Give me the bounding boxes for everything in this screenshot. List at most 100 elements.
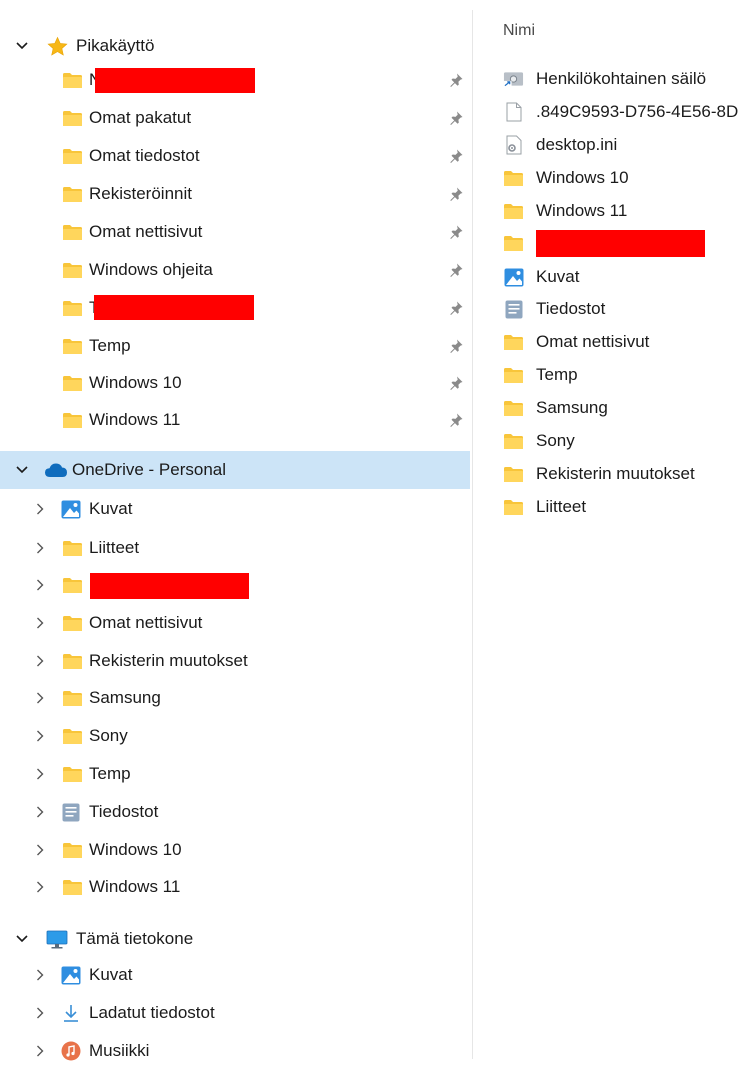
folder-icon [503, 432, 524, 450]
quick-access-item[interactable]: Omat pakatut [0, 99, 470, 137]
pin-icon[interactable] [448, 110, 464, 126]
pin-icon[interactable] [448, 148, 464, 164]
chevron-right-icon[interactable] [33, 968, 47, 982]
onedrive-item-label: Liitteet [89, 538, 140, 557]
nav-section-label: Tämä tietokone [76, 929, 194, 948]
folder-icon [62, 878, 83, 896]
onedrive-item[interactable]: Samsung [0, 679, 470, 717]
pictures-icon [60, 500, 81, 518]
quick-access-item[interactable]: Rekisteröinnit [0, 175, 470, 213]
nav-section-onedrive[interactable]: OneDrive - Personal [0, 451, 470, 489]
onedrive-item[interactable]: Omat nettisivut [0, 604, 470, 642]
quick-access-item-label: Windows 10 [89, 373, 182, 392]
chevron-right-icon[interactable] [33, 616, 47, 630]
chevron-down-icon[interactable] [15, 39, 29, 53]
nav-section-this-pc[interactable]: Tämä tietokone [0, 920, 470, 958]
chevron-right-icon[interactable] [33, 541, 47, 555]
folder-icon [503, 169, 524, 187]
quick-access-item[interactable]: Windows 11 [0, 401, 470, 439]
chevron-down-icon[interactable] [15, 463, 29, 477]
quick-access-item[interactable]: T [0, 289, 470, 327]
quick-access-item[interactable]: Windows 10 [0, 364, 470, 402]
onedrive-item[interactable] [0, 566, 470, 604]
folder-icon [62, 576, 83, 594]
chevron-right-icon[interactable] [33, 729, 47, 743]
chevron-right-icon[interactable] [33, 805, 47, 819]
file-icon [503, 102, 524, 122]
pin-icon[interactable] [448, 412, 464, 428]
quick-access-item-label: Windows ohjeita [89, 260, 213, 279]
pin-icon[interactable] [448, 224, 464, 240]
folder-icon [62, 411, 83, 429]
redaction-box [94, 295, 254, 320]
onedrive-item[interactable]: Liitteet [0, 529, 470, 567]
quick-access-item-label: Omat tiedostot [89, 146, 200, 165]
nav-section-label: Pikakäyttö [76, 36, 155, 55]
folder-icon [503, 333, 524, 351]
file-name: Henkilökohtainen säilö [536, 69, 707, 88]
chevron-right-icon[interactable] [33, 843, 47, 857]
pin-icon[interactable] [448, 72, 464, 88]
folder-icon [503, 465, 524, 483]
chevron-right-icon[interactable] [33, 691, 47, 705]
content-pane: Nimi Henkilökohtainen säilö .849C9593-D7… [473, 0, 755, 1059]
quick-access-item[interactable]: Windows ohjeita [0, 251, 470, 289]
quick-access-item[interactable]: Omat nettisivut [0, 213, 470, 251]
chevron-right-icon[interactable] [33, 654, 47, 668]
pin-icon[interactable] [448, 375, 464, 391]
onedrive-item[interactable]: Temp [0, 755, 470, 793]
onedrive-item[interactable]: Tiedostot [0, 793, 470, 831]
folder-icon [62, 374, 83, 392]
chevron-down-icon[interactable] [15, 932, 29, 946]
folder-icon [62, 261, 83, 279]
chevron-right-icon[interactable] [33, 502, 47, 516]
folder-icon [503, 366, 524, 384]
this-pc-item[interactable]: Kuvat [0, 956, 470, 994]
onedrive-item[interactable]: Kuvat [0, 490, 470, 528]
folder-icon [62, 337, 83, 355]
onedrive-item[interactable]: Windows 11 [0, 868, 470, 906]
pin-icon[interactable] [448, 186, 464, 202]
onedrive-item-label: Windows 11 [89, 877, 181, 896]
file-name: desktop.ini [536, 135, 618, 154]
pictures-icon [503, 268, 524, 286]
pin-icon[interactable] [448, 300, 464, 316]
file-name: Rekisterin muutokset [536, 464, 695, 483]
pin-icon[interactable] [448, 338, 464, 354]
folder-icon [62, 223, 83, 241]
redaction-box [95, 68, 255, 93]
onedrive-item-label: Temp [89, 764, 131, 783]
folder-icon [62, 71, 83, 89]
nav-section-quick-access[interactable]: Pikakäyttö [0, 27, 470, 65]
chevron-right-icon[interactable] [33, 1006, 47, 1020]
folder-icon [503, 399, 524, 417]
onedrive-item-label: Omat nettisivut [89, 613, 203, 632]
quick-access-item[interactable]: Temp [0, 327, 470, 365]
file-name: Tiedostot [536, 299, 606, 318]
file-name: Omat nettisivut [536, 332, 650, 351]
column-header-name[interactable]: Nimi [503, 22, 535, 40]
chevron-right-icon[interactable] [33, 767, 47, 781]
folder-icon [62, 689, 83, 707]
folder-icon [503, 234, 524, 252]
folder-icon [62, 185, 83, 203]
pin-icon[interactable] [448, 262, 464, 278]
pictures-icon [60, 966, 81, 984]
quick-access-item[interactable]: N [0, 61, 470, 99]
onedrive-item[interactable]: Windows 10 [0, 831, 470, 869]
onedrive-item[interactable]: Sony [0, 717, 470, 755]
quick-access-item-label: Omat pakatut [89, 108, 192, 127]
onedrive-item[interactable]: Rekisterin muutokset [0, 642, 470, 680]
chevron-right-icon[interactable] [33, 1044, 47, 1058]
chevron-right-icon[interactable] [33, 578, 47, 592]
this-pc-item[interactable]: Musiikki [0, 1032, 470, 1070]
cloud-icon [44, 461, 68, 479]
this-pc-item[interactable]: Ladatut tiedostot [0, 994, 470, 1032]
chevron-right-icon[interactable] [33, 880, 47, 894]
onedrive-item-label: Samsung [89, 688, 161, 707]
quick-access-item[interactable]: Omat tiedostot [0, 137, 470, 175]
onedrive-item-label: Rekisterin muutokset [89, 651, 248, 670]
onedrive-item-label: Kuvat [89, 499, 133, 518]
redaction-box [536, 230, 705, 257]
file-name: Sony [536, 431, 575, 450]
